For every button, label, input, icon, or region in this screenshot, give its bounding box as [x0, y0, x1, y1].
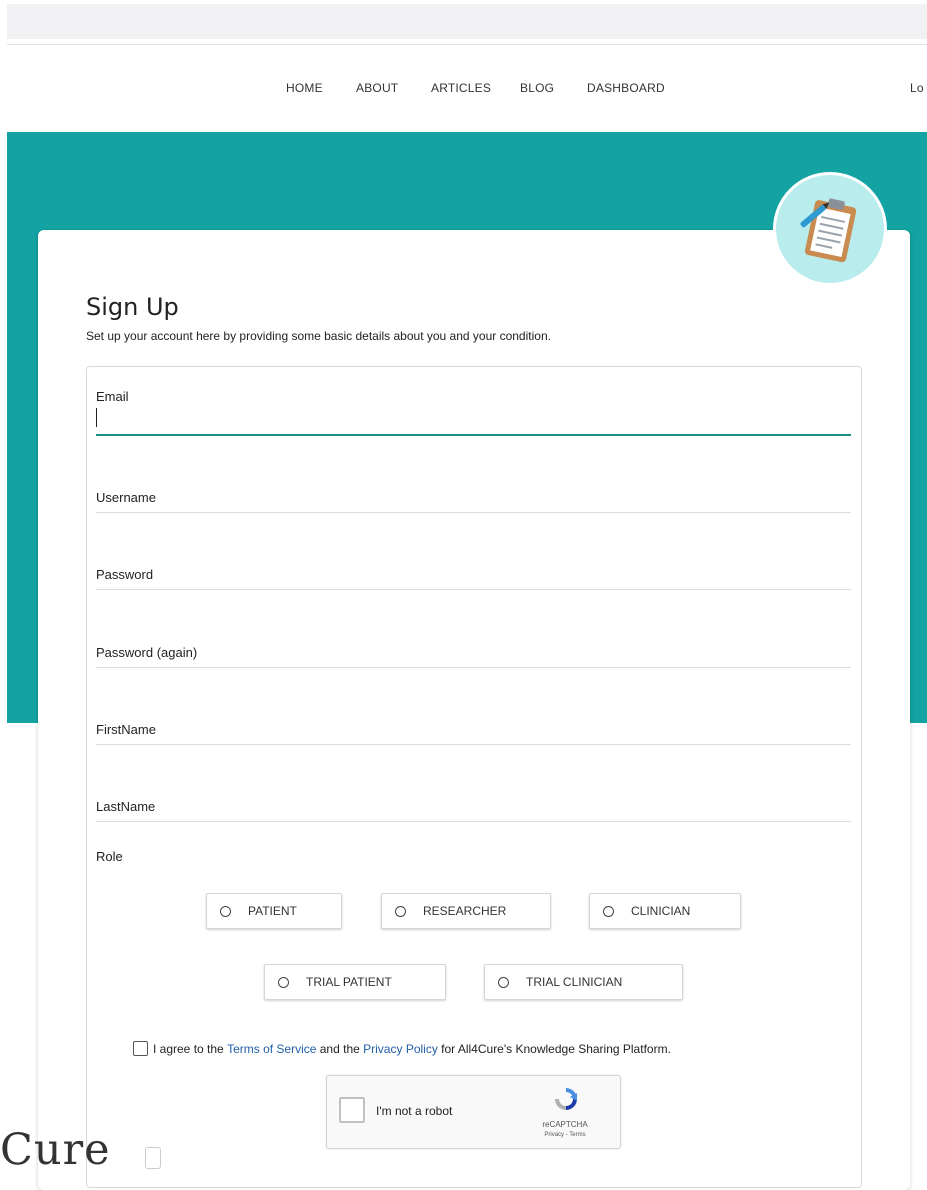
role-researcher-button[interactable]: RESEARCHER	[381, 893, 551, 929]
clipboard-icon	[800, 198, 857, 263]
nav-login[interactable]: Lo	[910, 81, 924, 95]
recaptcha-label: I'm not a robot	[376, 1104, 453, 1118]
footer-logo-text: Cure	[0, 1125, 111, 1175]
password-field[interactable]	[96, 589, 851, 590]
lastname-field[interactable]	[96, 821, 851, 822]
role-patient-button[interactable]: PATIENT	[206, 893, 342, 929]
radio-icon	[603, 905, 614, 917]
agree-suffix: for All4Cure's Knowledge Sharing Platfor…	[437, 1041, 671, 1056]
agree-prefix: I agree to the	[153, 1041, 228, 1056]
recaptcha-logo-icon	[555, 1088, 577, 1110]
username-label: Username	[96, 490, 156, 505]
role-label: Role	[96, 849, 123, 864]
nav-about[interactable]: ABOUT	[356, 81, 398, 95]
password-again-field[interactable]	[96, 667, 851, 668]
agree-middle: and the	[316, 1041, 364, 1056]
recaptcha-brand: reCAPTCHA	[542, 1120, 588, 1129]
recaptcha-links[interactable]: Privacy - Terms	[535, 1132, 595, 1138]
firstname-field[interactable]	[96, 744, 851, 745]
lastname-label: LastName	[96, 799, 156, 814]
page-subtitle: Set up your account here by providing so…	[86, 329, 551, 343]
terms-checkbox[interactable]	[133, 1041, 148, 1056]
nav-dashboard[interactable]: DASHBOARD	[587, 81, 665, 95]
role-clinician-label: CLINICIAN	[631, 904, 691, 918]
radio-icon	[395, 905, 406, 917]
page-title: Sign Up	[86, 293, 179, 321]
role-trial-clinician-label: TRIAL CLINICIAN	[526, 975, 623, 989]
password-label: Password	[96, 567, 154, 582]
nav-blog[interactable]: BLOG	[520, 81, 554, 95]
radio-icon	[498, 976, 509, 988]
username-field[interactable]	[96, 512, 851, 513]
recaptcha-checkbox[interactable]	[339, 1097, 365, 1123]
email-field[interactable]	[96, 434, 851, 436]
signup-form	[86, 366, 862, 1188]
role-trial-patient-label: TRIAL PATIENT	[306, 975, 392, 989]
terms-of-service-link[interactable]: Terms of Service	[227, 1042, 316, 1056]
footer-widget	[145, 1147, 161, 1169]
radio-icon	[278, 976, 289, 988]
text-cursor	[96, 408, 97, 427]
terms-agreement: I agree to the Terms of Service and the …	[133, 1041, 671, 1056]
firstname-label: FirstName	[96, 722, 156, 737]
avatar	[773, 172, 887, 286]
privacy-policy-link[interactable]: Privacy Policy	[363, 1042, 438, 1056]
nav-articles[interactable]: ARTICLES	[431, 81, 491, 95]
radio-icon	[220, 905, 231, 917]
nav-home[interactable]: HOME	[286, 81, 323, 95]
role-clinician-button[interactable]: CLINICIAN	[589, 893, 741, 929]
password-again-label: Password (again)	[96, 645, 198, 660]
footer-logo: Cure	[0, 1125, 111, 1175]
top-divider	[7, 44, 927, 45]
recaptcha-widget: I'm not a robot reCAPTCHA Privacy - Term…	[326, 1075, 621, 1149]
email-label: Email	[96, 389, 129, 404]
role-trial-patient-button[interactable]: TRIAL PATIENT	[264, 964, 446, 1000]
role-patient-label: PATIENT	[248, 904, 297, 918]
role-trial-clinician-button[interactable]: TRIAL CLINICIAN	[484, 964, 683, 1000]
role-researcher-label: RESEARCHER	[423, 904, 507, 918]
browser-top-bar	[7, 4, 927, 39]
